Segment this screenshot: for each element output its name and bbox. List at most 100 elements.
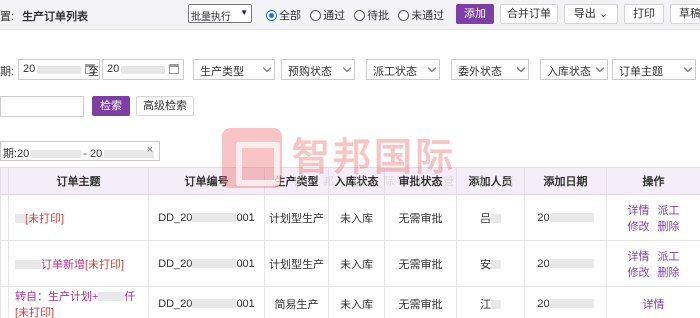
order-no-cell: DD_20 001 <box>148 240 265 287</box>
redacted-text <box>192 259 237 269</box>
radio-all[interactable]: 全部 <box>266 7 301 23</box>
merge-orders-button[interactable]: 合并订单 <box>500 4 558 24</box>
select-label: 预购状态 <box>288 66 332 78</box>
actions-cell: 详情 <box>606 286 700 318</box>
radio-unchecked-icon <box>310 9 322 21</box>
watermark-subtext: 智 邦 国 际 化 管 理 者 <box>293 176 523 188</box>
dispatch-link[interactable]: 派工 <box>658 205 680 217</box>
user-cell: 吕 <box>456 194 525 241</box>
production-type-select[interactable]: 生产类型 <box>193 59 275 80</box>
radio-pending[interactable]: 待批 <box>354 7 389 23</box>
checkbox-column <box>0 167 9 195</box>
date-range-chip: 期:20 - 20 × <box>0 141 160 161</box>
select-label: 入库状态 <box>547 66 591 78</box>
watermark-logo-icon <box>222 128 282 188</box>
date-prefix: 20 <box>537 297 550 310</box>
chevron-down-icon <box>516 63 526 73</box>
row-select-cell[interactable] <box>0 194 9 241</box>
user-cell: 安 <box>456 240 525 287</box>
close-icon[interactable]: × <box>147 144 153 156</box>
stock-cell: 未入库 <box>328 240 385 287</box>
to-label: 至 <box>88 66 99 78</box>
search-button[interactable]: 检索 <box>92 96 130 116</box>
user-name: 江 <box>480 298 491 311</box>
stock-cell: 未入库 <box>328 286 385 318</box>
table-row: 订单新增[未打印] DD_20 001 计划型生产 未入库 无需审批 安 20 详… <box>0 240 700 287</box>
radio-label: 全部 <box>279 10 301 22</box>
draft-button[interactable]: 草稿 <box>670 4 700 24</box>
approval-cell: 无需审批 <box>384 240 457 287</box>
subject-cell[interactable]: 订单新增[未打印] <box>8 240 149 287</box>
print-button[interactable]: 打印 <box>624 4 664 24</box>
detail-link[interactable]: 详情 <box>628 251 650 263</box>
actions-cell: 详情 派工 修改 删除 <box>606 194 700 241</box>
radio-approved[interactable]: 通过 <box>310 7 345 23</box>
detail-link[interactable]: 详情 <box>628 205 650 217</box>
redacted-text <box>491 260 501 270</box>
row-select-cell[interactable] <box>0 240 9 287</box>
date-to-input[interactable]: 20 <box>102 59 184 80</box>
radio-label: 通过 <box>323 10 346 22</box>
date-to-value: 20 <box>107 63 120 75</box>
edit-link[interactable]: 修改 <box>628 221 650 233</box>
order-no-prefix: DD_20 <box>158 297 193 310</box>
add-button[interactable]: 添加 <box>456 4 494 24</box>
order-no-suffix: 001 <box>236 297 255 310</box>
range-prefix: 期:20 <box>3 148 30 160</box>
page-title: 生产订单列表 <box>22 11 89 23</box>
order-no-prefix: DD_20 <box>158 211 193 224</box>
subject-cell[interactable]: [未打印] <box>8 194 149 241</box>
dispatch-link[interactable]: 派工 <box>658 251 680 263</box>
redacted-text <box>549 299 594 309</box>
select-label: 委外状态 <box>458 66 502 78</box>
delete-link[interactable]: 删除 <box>658 221 680 233</box>
date-cell: 20 <box>524 194 607 241</box>
radio-checked-icon <box>266 9 277 21</box>
user-name: 安 <box>480 258 491 271</box>
dispatch-status-select[interactable]: 派工状态 <box>366 59 440 80</box>
redacted-text <box>98 292 125 302</box>
type-cell: 计划型生产 <box>264 194 329 241</box>
keyword-input[interactable] <box>0 96 84 117</box>
date-from-value: 20 <box>23 63 36 75</box>
redacted-text <box>549 213 594 223</box>
chevron-down-icon: ⌄ <box>598 8 609 20</box>
user-cell: 江 <box>456 286 525 318</box>
date-prefix: 20 <box>537 257 550 270</box>
select-label: 派工状态 <box>373 66 417 78</box>
outsource-status-select[interactable]: 委外状态 <box>451 59 529 80</box>
column-header: 添加日期 <box>524 167 607 195</box>
date-cell: 20 <box>524 286 607 318</box>
column-header: 订单主题 <box>8 167 149 195</box>
stock-status-select[interactable]: 入库状态 <box>540 59 608 80</box>
approval-cell: 无需审批 <box>384 194 457 241</box>
order-subject-select[interactable]: 订单主题 <box>612 59 696 80</box>
order-no-cell: DD_20 001 <box>148 286 265 318</box>
order-no-cell: DD_20 001 <box>148 194 265 241</box>
advanced-search-button[interactable]: 高级检索 <box>136 96 194 116</box>
presale-status-select[interactable]: 预购状态 <box>281 59 355 80</box>
radio-unchecked-icon <box>354 9 366 21</box>
subject-cell[interactable]: 转自：生产计划+ 仟 [未打印] <box>8 286 149 318</box>
radio-rejected[interactable]: 未通过 <box>398 7 444 23</box>
redacted-text <box>15 260 41 270</box>
type-cell: 简易生产 <box>264 286 329 318</box>
row-select-cell[interactable] <box>0 286 9 318</box>
batch-action-select[interactable]: 批量执行 ▼ <box>188 4 252 23</box>
chevron-down-icon <box>595 63 605 73</box>
chevron-down-icon: ▼ <box>240 8 248 17</box>
chevron-down-icon <box>683 63 693 73</box>
actions-cell: 详情 派工 修改 删除 <box>606 240 700 287</box>
redacted-text <box>31 150 82 159</box>
edit-link[interactable]: 修改 <box>628 267 650 279</box>
date-cell: 20 <box>524 240 607 287</box>
status-filter-radios: 全部 通过 待批 未通过 <box>266 7 450 24</box>
detail-link[interactable]: 详情 <box>643 299 665 311</box>
order-no-suffix: 001 <box>236 211 255 224</box>
date-prefix: 20 <box>537 211 550 224</box>
chevron-down-icon <box>427 63 437 73</box>
export-button[interactable]: 导出 ⌄ <box>564 4 618 24</box>
orders-table: 订单主题 订单编号 生产类型 入库状态 审批状态 添加人员 添加日期 操作 [未… <box>0 167 700 318</box>
delete-link[interactable]: 删除 <box>658 267 680 279</box>
print-status-tag: [未打印] <box>85 258 125 271</box>
